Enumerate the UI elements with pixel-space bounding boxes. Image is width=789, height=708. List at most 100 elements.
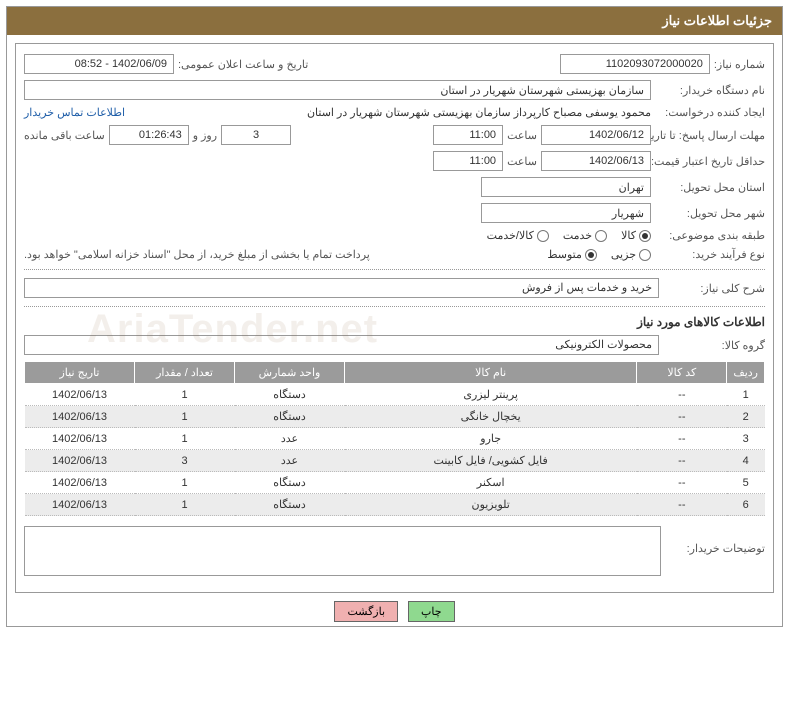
payment-note: پرداخت تمام یا بخشی از مبلغ خرید، از محل… [24,248,370,261]
table-row: 4--فایل کشویی/ فایل کابینتعدد31402/06/13 [25,450,765,472]
label-need-no: شماره نیاز: [714,58,765,71]
radio-dot-icon [639,249,651,261]
table-row: 3--جاروعدد11402/06/13 [25,428,765,450]
row-min-validity: حداقل تاریخ اعتبار قیمت: تا تاریخ: 1402/… [24,151,765,171]
field-goods-group: محصولات الکترونیکی [24,335,659,355]
radio-khedmat[interactable]: خدمت [563,229,607,242]
table-header-row: ردیف کد کالا نام کالا واحد شمارش تعداد /… [25,362,765,384]
row-deadline: مهلت ارسال پاسخ: تا تاریخ: 1402/06/12 سا… [24,125,765,145]
field-remaining-time: 01:26:43 [109,125,189,145]
th-date: تاریج نیاز [25,362,135,384]
table-row: 6--تلویزیوندستگاه11402/06/13 [25,494,765,516]
cell-name: یخچال خانگی [345,406,637,428]
cell-row: 3 [727,428,765,450]
details-panel: جزئیات اطلاعات نیاز AriaTender.net شماره… [6,6,783,627]
label-buyer-org: نام دستگاه خریدار: [655,84,765,97]
field-deadline-date: 1402/06/12 [541,125,651,145]
field-province: تهران [481,177,651,197]
cell-qty: 1 [135,472,235,494]
cell-name: اسکنر [345,472,637,494]
cell-row: 6 [727,494,765,516]
label-city: شهر محل تحویل: [655,207,765,220]
panel-body: AriaTender.net شماره نیاز: 1102093072000… [15,43,774,593]
radio-kala[interactable]: کالا [621,229,651,242]
radio-dot-icon [639,230,651,242]
divider [24,306,765,307]
row-goods-group: گروه کالا: محصولات الکترونیکی [24,335,765,355]
th-unit: واحد شمارش [235,362,345,384]
radio-dot-icon [585,249,597,261]
print-button[interactable]: چاپ [408,601,455,622]
cell-row: 1 [727,384,765,406]
cell-unit: عدد [235,450,345,472]
field-deadline-hour: 11:00 [433,125,503,145]
cell-date: 1402/06/13 [25,494,135,516]
buyer-contact-link[interactable]: اطلاعات تماس خریدار [24,106,125,119]
label-announce-time: تاریخ و ساعت اعلان عمومی: [178,58,308,71]
label-time-remaining: ساعت باقی مانده [24,129,105,142]
row-city: شهر محل تحویل: شهریار [24,203,765,223]
cell-unit: دستگاه [235,384,345,406]
cell-qty: 3 [135,450,235,472]
cell-unit: دستگاه [235,472,345,494]
cell-code: -- [637,406,727,428]
cell-qty: 1 [135,428,235,450]
label-province: استان محل تحویل: [655,181,765,194]
field-announce-time: 1402/06/09 - 08:52 [24,54,174,74]
cell-date: 1402/06/13 [25,406,135,428]
subject-radio-group: کالا خدمت کالا/خدمت [487,229,651,242]
cell-name: جارو [345,428,637,450]
row-buyer-org: نام دستگاه خریدار: سازمان بهزیستی شهرستا… [24,80,765,100]
cell-row: 5 [727,472,765,494]
field-min-validity-hour: 11:00 [433,151,503,171]
label-deadline: مهلت ارسال پاسخ: تا تاریخ: [655,129,765,142]
th-qty: تعداد / مقدار [135,362,235,384]
label-subject-class: طبقه بندی موضوعی: [655,229,765,242]
th-code: کد کالا [637,362,727,384]
button-row: چاپ بازگشت [7,601,782,622]
row-purchase-type: نوع فرآیند خرید: جزیی متوسط پرداخت تمام … [24,248,765,261]
radio-partial[interactable]: جزیی [611,248,651,261]
radio-dot-icon [537,230,549,242]
goods-info-title: اطلاعات کالاهای مورد نیاز [24,315,765,329]
th-row: ردیف [727,362,765,384]
table-row: 5--اسکنردستگاه11402/06/13 [25,472,765,494]
field-remaining-days: 3 [221,125,291,145]
cell-qty: 1 [135,384,235,406]
field-city: شهریار [481,203,651,223]
field-need-no: 1102093072000020 [560,54,710,74]
cell-unit: عدد [235,428,345,450]
label-days-and: روز و [193,129,217,142]
radio-label: خدمت [563,229,592,242]
cell-qty: 1 [135,406,235,428]
radio-kala-khedmat[interactable]: کالا/خدمت [487,229,549,242]
row-need-number: شماره نیاز: 1102093072000020 تاریخ و ساع… [24,54,765,74]
field-requester: محمود یوسفی مصباح کارپرداز سازمان بهزیست… [307,106,651,119]
label-hour-1: ساعت [507,129,537,142]
table-row: 1--پرینتر لیزریدستگاه11402/06/13 [25,384,765,406]
cell-date: 1402/06/13 [25,450,135,472]
radio-dot-icon [595,230,607,242]
field-buyer-org: سازمان بهزیستی شهرستان شهریار در استان [24,80,651,100]
radio-label: متوسط [547,248,582,261]
divider [24,269,765,270]
field-min-validity-date: 1402/06/13 [541,151,651,171]
cell-unit: دستگاه [235,494,345,516]
radio-medium[interactable]: متوسط [547,248,597,261]
label-need-desc: شرح کلی نیاز: [665,282,765,295]
row-province: استان محل تحویل: تهران [24,177,765,197]
table-row: 2--یخچال خانگیدستگاه11402/06/13 [25,406,765,428]
back-button[interactable]: بازگشت [334,601,398,622]
cell-qty: 1 [135,494,235,516]
label-requester: ایجاد کننده درخواست: [655,106,765,119]
cell-unit: دستگاه [235,406,345,428]
buyer-notes-box [24,526,661,576]
cell-code: -- [637,428,727,450]
cell-code: -- [637,494,727,516]
radio-label: کالا/خدمت [487,229,534,242]
cell-row: 2 [727,406,765,428]
cell-name: فایل کشویی/ فایل کابینت [345,450,637,472]
field-need-desc: خرید و خدمات پس از فروش [24,278,659,298]
cell-code: -- [637,450,727,472]
cell-date: 1402/06/13 [25,472,135,494]
